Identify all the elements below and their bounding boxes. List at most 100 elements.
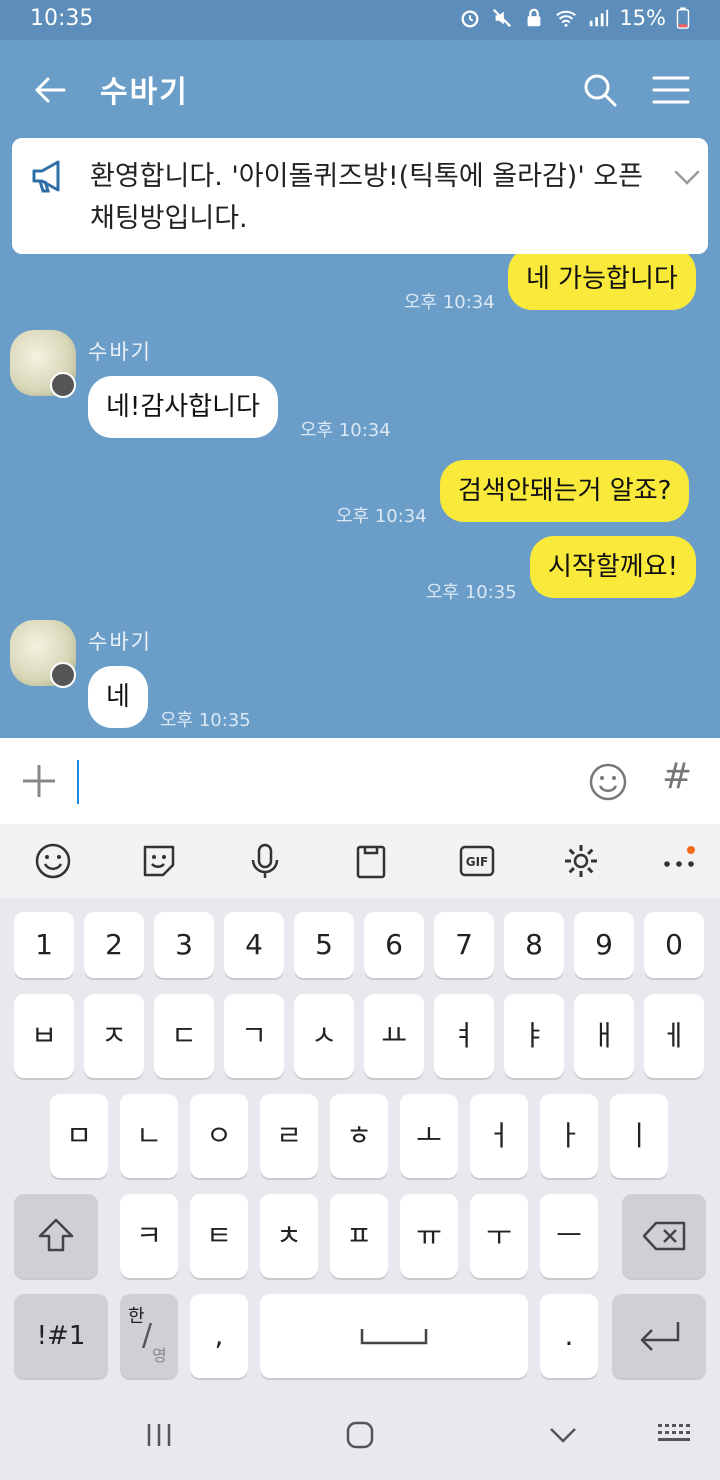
symbols-key[interactable]: !#1 <box>14 1294 108 1378</box>
key[interactable]: ㅊ <box>260 1194 318 1278</box>
space-icon <box>360 1329 428 1345</box>
status-time: 10:35 <box>30 6 94 31</box>
key[interactable]: 1 <box>14 912 74 978</box>
status-icons: 15% <box>459 6 690 30</box>
microphone-icon[interactable] <box>246 842 284 880</box>
key[interactable]: ㅇ <box>190 1094 248 1178</box>
key[interactable]: ㅗ <box>400 1094 458 1178</box>
shift-arrow-icon <box>38 1218 74 1252</box>
chat-room-title: 수바기 <box>100 75 189 110</box>
back-chevron-icon[interactable] <box>548 1420 578 1450</box>
key[interactable]: ㅜ <box>470 1194 528 1278</box>
key[interactable]: ㅂ <box>14 994 74 1078</box>
notice-text: 환영합니다. '아이돌퀴즈방!(틱톡에 올라감)' 오픈채팅방입니다. <box>90 161 644 234</box>
comma-key[interactable]: , <box>190 1294 248 1378</box>
key[interactable]: ㄹ <box>260 1094 318 1178</box>
key[interactable]: ㅠ <box>400 1194 458 1278</box>
key[interactable]: ㅍ <box>330 1194 388 1278</box>
home-icon[interactable] <box>345 1420 375 1450</box>
chevron-down-icon[interactable] <box>672 164 702 190</box>
key[interactable]: ㅏ <box>540 1094 598 1178</box>
key[interactable]: ㅡ <box>540 1194 598 1278</box>
sender-name: 수바기 <box>88 630 152 654</box>
message-timestamp: 오후 10:34 <box>336 506 427 527</box>
message-bubble-theirs[interactable]: 네 <box>88 666 148 728</box>
plus-icon[interactable] <box>20 762 58 800</box>
shift-key[interactable] <box>14 1194 98 1278</box>
message-bubble-theirs[interactable]: 네!감사합니다 <box>88 376 278 438</box>
backspace-key[interactable] <box>622 1194 706 1278</box>
key[interactable]: 2 <box>84 912 144 978</box>
enter-icon <box>640 1322 680 1351</box>
emoji-icon[interactable] <box>34 842 72 880</box>
recent-apps-icon[interactable] <box>144 1420 174 1450</box>
keyboard-switch-icon[interactable] <box>656 1420 692 1450</box>
megaphone-icon <box>32 160 60 193</box>
sticker-icon[interactable] <box>140 842 178 880</box>
message-bubble-mine[interactable]: 네 가능합니다 <box>508 248 696 310</box>
message-input-bar: # <box>0 738 720 824</box>
key[interactable]: 5 <box>294 912 354 978</box>
message-bubble-mine[interactable]: 시작할께요! <box>530 536 697 598</box>
message-timestamp: 오후 10:34 <box>404 292 495 313</box>
key[interactable]: ㅅ <box>294 994 354 1078</box>
key[interactable]: ㅓ <box>470 1094 528 1178</box>
chat-header: 수바기 <box>0 40 720 138</box>
key[interactable]: 0 <box>644 912 704 978</box>
battery-icon <box>676 7 690 29</box>
space-key[interactable] <box>260 1294 528 1378</box>
wifi-icon <box>556 10 577 27</box>
menu-icon[interactable] <box>648 70 692 110</box>
key[interactable]: 8 <box>504 912 564 978</box>
alarm-icon <box>461 10 479 28</box>
lock-icon <box>527 8 541 27</box>
key[interactable]: ㄷ <box>154 994 214 1078</box>
mute-icon <box>493 8 512 28</box>
key[interactable]: 3 <box>154 912 214 978</box>
key[interactable]: 4 <box>224 912 284 978</box>
key[interactable]: ㅁ <box>50 1094 108 1178</box>
key[interactable]: ㅐ <box>574 994 634 1078</box>
gif-icon[interactable]: GIF <box>458 842 496 880</box>
status-bar: 10:35 15% <box>0 0 720 40</box>
key[interactable]: 9 <box>574 912 634 978</box>
message-timestamp: 오후 10:35 <box>426 582 517 603</box>
battery-percent: 15% <box>619 6 666 30</box>
key[interactable]: ㅎ <box>330 1094 388 1178</box>
more-icon[interactable] <box>660 842 698 880</box>
key[interactable]: ㅔ <box>644 994 704 1078</box>
profile-badge-icon <box>50 372 76 398</box>
message-timestamp: 오후 10:34 <box>300 420 391 441</box>
key[interactable]: ㄱ <box>224 994 284 1078</box>
keyboard: 1 2 3 4 5 6 7 8 9 0 ㅂ ㅈ ㄷ ㄱ ㅅ ㅛ ㅕ ㅑ ㅐ ㅔ … <box>0 898 720 1386</box>
message-input[interactable] <box>77 760 79 804</box>
emoji-icon[interactable] <box>588 762 628 802</box>
backspace-icon <box>642 1221 686 1251</box>
key[interactable]: ㅋ <box>120 1194 178 1278</box>
notice-banner[interactable]: 환영합니다. '아이돌퀴즈방!(틱톡에 올라감)' 오픈채팅방입니다. <box>12 138 708 254</box>
key[interactable]: ㄴ <box>120 1094 178 1178</box>
enter-key[interactable] <box>612 1294 706 1378</box>
key[interactable]: 7 <box>434 912 494 978</box>
key[interactable]: ㅑ <box>504 994 564 1078</box>
key[interactable]: ㅌ <box>190 1194 248 1278</box>
key[interactable]: ㅛ <box>364 994 424 1078</box>
message-timestamp: 오후 10:35 <box>160 710 251 731</box>
signal-icon <box>590 9 609 27</box>
period-key[interactable]: . <box>540 1294 598 1378</box>
key[interactable]: ㅣ <box>610 1094 668 1178</box>
key[interactable]: 6 <box>364 912 424 978</box>
key[interactable]: ㅕ <box>434 994 494 1078</box>
sender-name: 수바기 <box>88 340 152 364</box>
system-nav-bar <box>0 1386 720 1480</box>
clipboard-icon[interactable] <box>352 842 390 880</box>
keyboard-toolbar: GIF <box>0 824 720 898</box>
search-icon[interactable] <box>580 70 620 110</box>
message-bubble-mine[interactable]: 검색안돼는거 알죠? <box>440 460 690 522</box>
key[interactable]: ㅈ <box>84 994 144 1078</box>
back-arrow-icon[interactable] <box>30 70 70 110</box>
svg-text:GIF: GIF <box>466 855 489 869</box>
language-toggle-key[interactable]: 한 / 영 <box>120 1294 178 1378</box>
settings-icon[interactable] <box>562 842 600 880</box>
hashtag-button[interactable]: # <box>662 756 692 797</box>
